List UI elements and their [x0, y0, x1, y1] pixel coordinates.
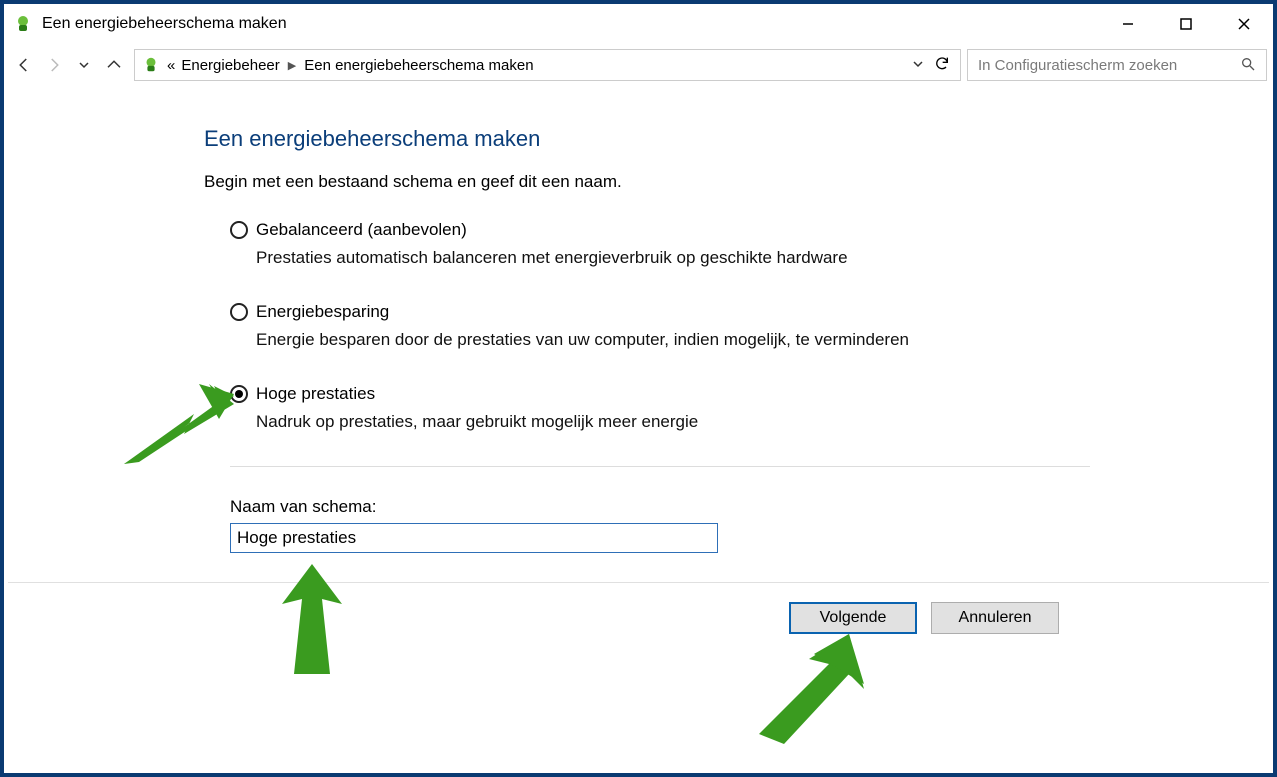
minimize-button[interactable]	[1099, 4, 1157, 44]
titlebar: Een energiebeheerschema maken	[4, 4, 1273, 44]
nav-row: « Energiebeheer ▶ Een energiebeheerschem…	[4, 44, 1273, 86]
search-input[interactable]	[976, 56, 1240, 75]
back-button[interactable]	[10, 51, 38, 79]
bottom-bar: Volgende Annuleren	[8, 582, 1269, 652]
address-dropdown-button[interactable]	[912, 57, 924, 74]
radio-balanced[interactable]	[230, 221, 248, 239]
radio-highperf[interactable]	[230, 385, 248, 403]
option-description: Prestaties automatisch balanceren met en…	[256, 248, 1273, 268]
option-highperf[interactable]: Hoge prestaties Nadruk op prestaties, ma…	[230, 384, 1273, 432]
plan-name-input[interactable]	[230, 523, 718, 553]
maximize-button[interactable]	[1157, 4, 1215, 44]
breadcrumb-item[interactable]: Energiebeheer	[181, 57, 279, 74]
option-powersaver[interactable]: Energiebesparing Energie besparen door d…	[230, 302, 1273, 350]
search-icon[interactable]	[1240, 56, 1258, 74]
up-button[interactable]	[100, 51, 128, 79]
window-title: Een energiebeheerschema maken	[42, 15, 1099, 33]
plan-name-label: Naam van schema:	[230, 497, 1273, 517]
address-icon	[141, 55, 161, 75]
breadcrumb-item[interactable]: Een energiebeheerschema maken	[304, 57, 533, 74]
search-box[interactable]	[967, 49, 1267, 81]
option-label: Gebalanceerd (aanbevolen)	[256, 220, 467, 240]
page-title: Een energiebeheerschema maken	[204, 126, 1273, 152]
breadcrumb-prefix: «	[167, 57, 175, 74]
close-button[interactable]	[1215, 4, 1273, 44]
forward-button[interactable]	[40, 51, 68, 79]
option-description: Energie besparen door de prestaties van …	[256, 330, 1273, 350]
refresh-button[interactable]	[934, 55, 950, 75]
cancel-button[interactable]: Annuleren	[931, 602, 1059, 634]
radio-powersaver[interactable]	[230, 303, 248, 321]
option-balanced[interactable]: Gebalanceerd (aanbevolen) Prestaties aut…	[230, 220, 1273, 268]
next-button[interactable]: Volgende	[789, 602, 917, 634]
option-description: Nadruk op prestaties, maar gebruikt moge…	[256, 412, 1273, 432]
divider	[230, 466, 1090, 467]
recent-locations-button[interactable]	[70, 51, 98, 79]
chevron-right-icon: ▶	[288, 59, 296, 72]
page-subtitle: Begin met een bestaand schema en geef di…	[204, 172, 1273, 192]
app-icon	[12, 13, 34, 35]
option-label: Energiebesparing	[256, 302, 389, 322]
main-content: Een energiebeheerschema maken Begin met …	[4, 86, 1273, 553]
option-label: Hoge prestaties	[256, 384, 375, 404]
window-controls	[1099, 4, 1273, 44]
address-bar[interactable]: « Energiebeheer ▶ Een energiebeheerschem…	[134, 49, 961, 81]
